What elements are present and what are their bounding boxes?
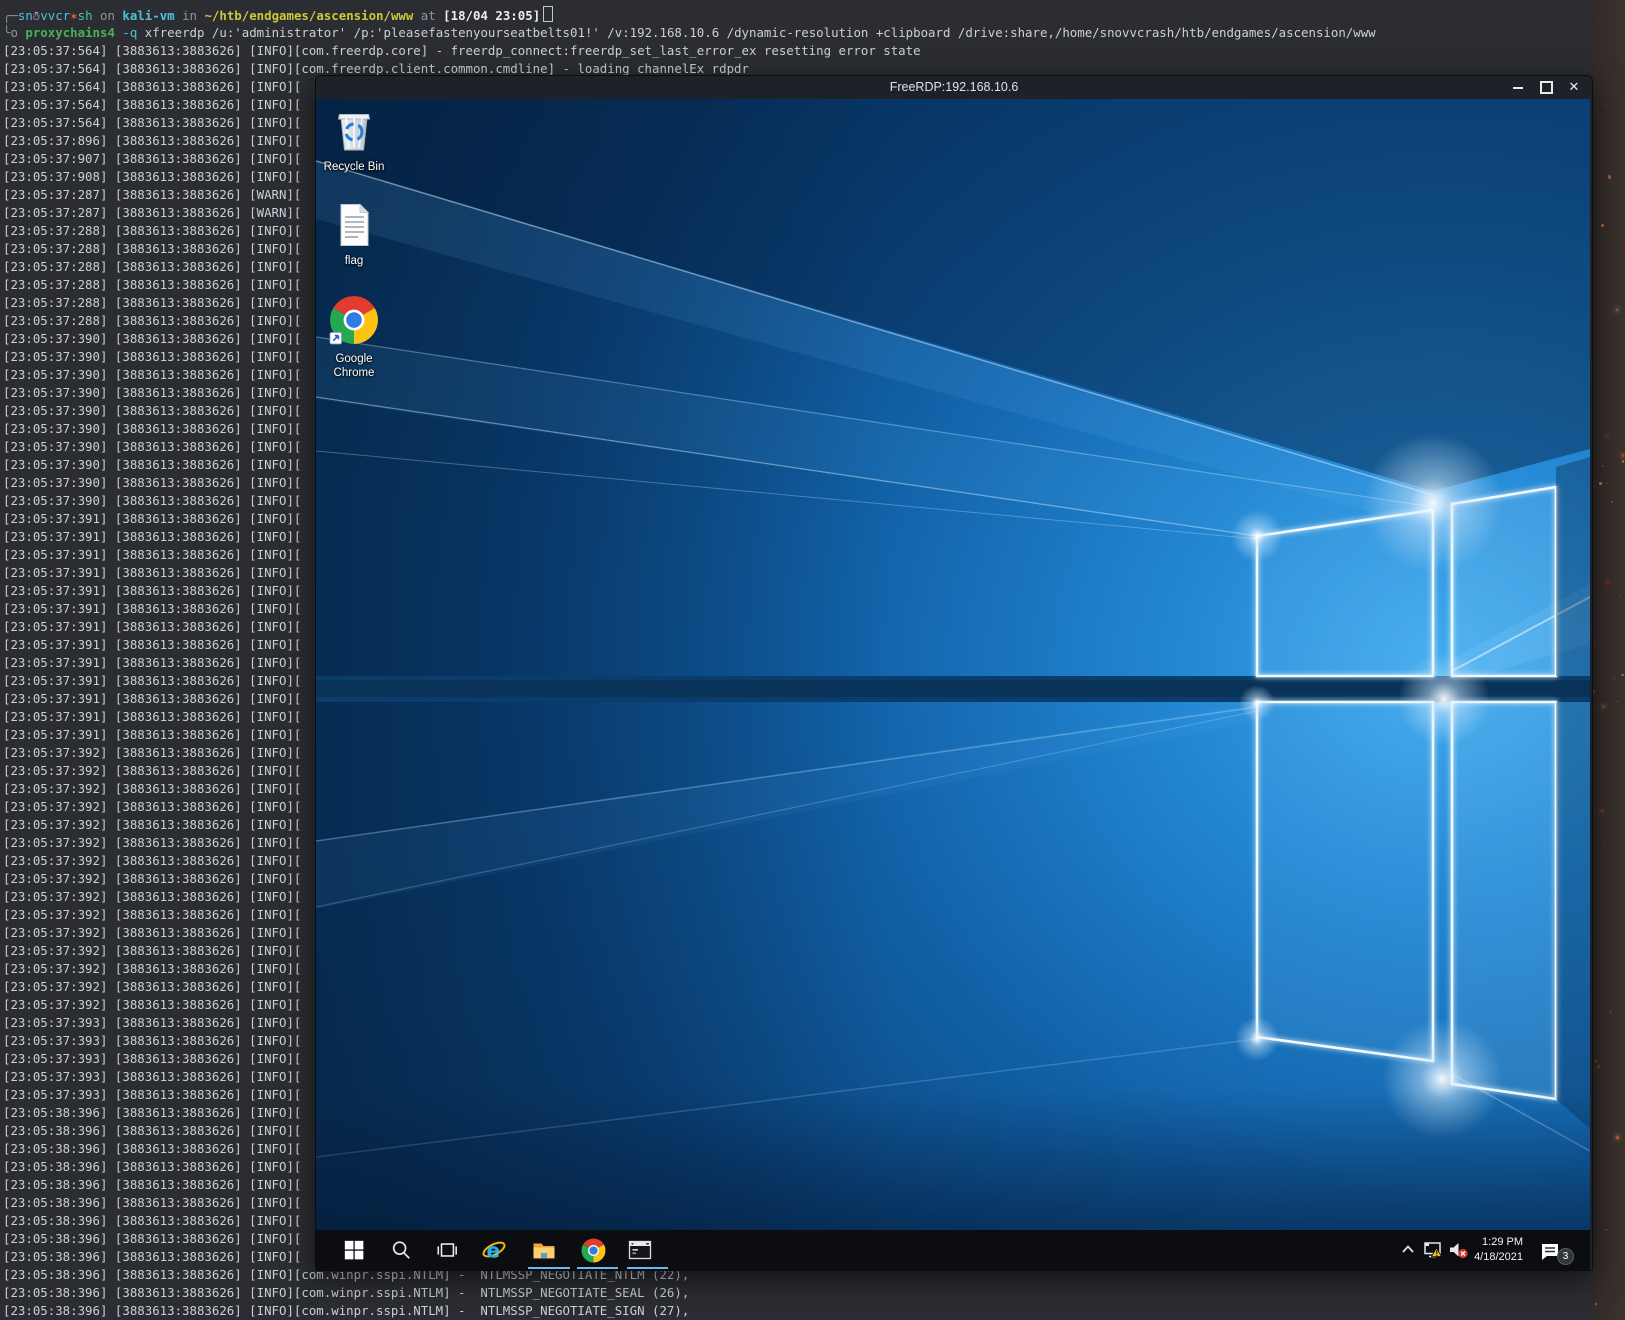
shortcut-arrow-overlay — [330, 333, 341, 344]
prompt-segment: sh — [78, 8, 93, 23]
ember-speck — [1601, 453, 1603, 455]
terminal-log-line: [23:05:37:564] [3883613:3883626] [INFO][… — [3, 42, 1376, 60]
desktop-icon-flag[interactable]: flag — [318, 203, 390, 269]
internet-explorer-button[interactable]: e — [481, 1237, 507, 1263]
terminal-prompt-line: ╭─sn☃vvcr✶sh on kali-vm in ~/htb/endgame… — [3, 6, 1376, 24]
desktop-icon-label: Recycle Bin — [318, 161, 390, 175]
ember-speck — [1617, 701, 1618, 702]
clock-time: 1:29 PM — [1463, 1235, 1523, 1250]
minimize-button[interactable] — [1510, 80, 1526, 96]
running-indicator-command-prompt — [627, 1267, 668, 1269]
freerdp-window[interactable]: FreeRDP:192.168.10.6 ✕ — [315, 75, 1593, 1271]
freerdp-titlebar[interactable]: FreeRDP:192.168.10.6 ✕ — [316, 76, 1592, 99]
chevron-up-icon — [1398, 1239, 1418, 1259]
chrome-icon — [329, 295, 379, 345]
recycle-bin-icon — [331, 105, 377, 153]
ember-speck — [1619, 595, 1621, 597]
prompt-segment: ╰o — [3, 25, 25, 40]
windows-hero-wallpaper — [316, 99, 1590, 1230]
search-button[interactable] — [388, 1237, 414, 1263]
ember-speck — [1609, 1010, 1612, 1013]
ember-speck — [1594, 645, 1596, 647]
prompt-segment: xfreerdp /u:'administrator' /p:'pleasefa… — [137, 25, 1375, 40]
terminal-command-line: ╰o proxychains4 -q xfreerdp /u:'administ… — [3, 24, 1376, 42]
tray-expand-button[interactable] — [1398, 1239, 1420, 1261]
desktop-icon-google-chrome[interactable]: Google Chrome — [318, 295, 390, 380]
ember-speck — [1601, 810, 1603, 812]
close-button[interactable]: ✕ — [1566, 80, 1582, 96]
ember-speck — [1605, 1229, 1606, 1230]
windows-desktop[interactable]: Recycle Bin flag — [316, 99, 1590, 1230]
prompt-segment: ✶ — [70, 8, 77, 23]
prompt-segment: [18/04 23:05] — [443, 8, 540, 23]
desktop-icon-recycle-bin[interactable]: Recycle Bin — [318, 105, 390, 175]
prompt-segment: -q — [115, 25, 137, 40]
text-file-icon — [336, 203, 372, 247]
terminal-log-line: [23:05:38:396] [3883613:3883626] [INFO][… — [3, 1284, 1376, 1302]
file-explorer-button[interactable] — [531, 1237, 557, 1263]
task-view-button[interactable] — [434, 1237, 460, 1263]
command-prompt-button[interactable] — [627, 1237, 653, 1263]
desktop-icon-label: Google Chrome — [326, 353, 382, 380]
notification-badge: 3 — [1557, 1248, 1574, 1265]
prompt-segment: proxychains4 — [25, 25, 115, 40]
internet-explorer-icon: e — [481, 1237, 507, 1263]
prompt-segment: ~/htb/endgames/ascension/www — [204, 8, 413, 23]
ember-speck — [1622, 454, 1625, 457]
task-view-icon — [436, 1239, 458, 1261]
chrome-taskbar-button[interactable] — [580, 1237, 606, 1263]
command-prompt-icon — [627, 1237, 653, 1263]
terminal-log-line: [23:05:38:396] [3883613:3883626] [INFO][… — [3, 1302, 1376, 1320]
running-indicator-file-explorer — [528, 1267, 570, 1269]
terminal-cursor — [543, 6, 553, 22]
ember-speck — [1616, 1136, 1619, 1139]
window-controls: ✕ — [1510, 76, 1582, 99]
network-status-button[interactable] — [1423, 1239, 1445, 1261]
display-warning-icon — [1423, 1239, 1445, 1261]
ember-speck — [1611, 501, 1613, 503]
chrome-icon — [581, 1238, 606, 1263]
prompt-segment: on — [93, 8, 123, 23]
running-indicator-chrome — [577, 1267, 618, 1269]
screen: ╭─sn☃vvcr✶sh on kali-vm in ~/htb/endgame… — [0, 0, 1625, 1320]
desktop-icon-label: flag — [318, 255, 390, 269]
prompt-segment: sn — [18, 8, 33, 23]
freerdp-title: FreeRDP:192.168.10.6 — [316, 76, 1592, 99]
file-explorer-icon — [531, 1237, 557, 1263]
prompt-segment: kali-vm — [122, 8, 174, 23]
ember-speck — [1622, 252, 1625, 255]
ember-speck — [1602, 465, 1603, 466]
prompt-segment: vvcr — [40, 8, 70, 23]
svg-text:e: e — [487, 1239, 501, 1263]
clock-date: 4/18/2021 — [1463, 1250, 1523, 1265]
prompt-segment: in — [175, 8, 205, 23]
clock[interactable]: 1:29 PM 4/18/2021 — [1463, 1235, 1523, 1265]
windows-taskbar[interactable]: e — [316, 1230, 1590, 1270]
ember-speck — [1612, 677, 1615, 680]
maximize-button[interactable] — [1538, 80, 1554, 96]
windows-start-icon — [343, 1239, 365, 1261]
start-button[interactable] — [341, 1237, 367, 1263]
prompt-segment: at — [413, 8, 443, 23]
search-icon — [390, 1239, 412, 1261]
prompt-segment: ╭─ — [3, 8, 18, 23]
